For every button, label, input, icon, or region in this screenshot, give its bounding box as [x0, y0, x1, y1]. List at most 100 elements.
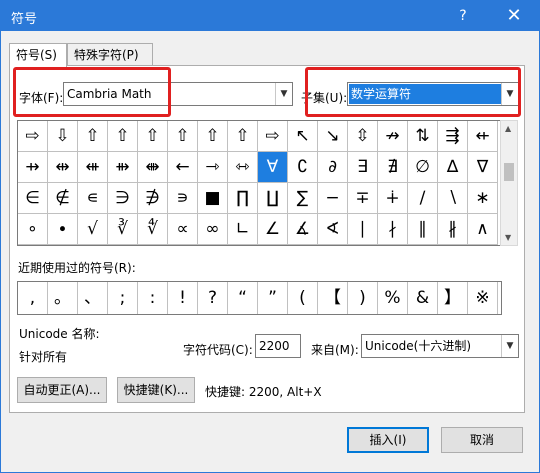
symbol-cell[interactable]: ∌ — [138, 183, 168, 214]
symbol-cell[interactable]: ∆ — [438, 152, 468, 183]
symbol-cell[interactable]: − — [318, 183, 348, 214]
recent-symbol-cell[interactable]: : — [138, 282, 168, 314]
tab-symbols[interactable]: 符号(S) — [9, 43, 67, 67]
symbol-cell[interactable]: ⇧ — [198, 121, 228, 152]
symbol-cell[interactable]: ⇹ — [48, 152, 78, 183]
symbol-cell[interactable]: ∕ — [408, 183, 438, 214]
symbol-cell[interactable]: ∛ — [108, 214, 138, 245]
symbol-cell[interactable]: ⇳ — [348, 121, 378, 152]
recent-symbol-cell[interactable]: ※ — [468, 282, 498, 314]
symbol-cell[interactable]: ⇶ — [438, 121, 468, 152]
recent-symbol-cell[interactable]: ( — [288, 282, 318, 314]
chevron-down-icon[interactable]: ▼ — [275, 83, 292, 105]
symbol-cell[interactable]: ⇻ — [108, 152, 138, 183]
symbol-cell[interactable]: ∟ — [228, 214, 258, 245]
symbol-cell[interactable]: ■ — [198, 183, 228, 214]
symbol-cell[interactable]: ∈ — [18, 183, 48, 214]
symbol-cell[interactable]: ∐ — [258, 183, 288, 214]
recent-symbol-cell[interactable]: 。 — [48, 282, 78, 314]
symbol-grid-scrollbar[interactable]: ▲ ▼ — [500, 120, 518, 246]
shortcut-key-button[interactable]: 快捷键(K)... — [117, 377, 195, 403]
recent-symbol-cell[interactable]: & — [408, 282, 438, 314]
recent-symbol-cell[interactable]: 【 — [318, 282, 348, 314]
symbol-cell[interactable]: ∦ — [438, 214, 468, 245]
recent-symbol-cell[interactable]: ? — [198, 282, 228, 314]
symbol-cell[interactable]: ∠ — [258, 214, 288, 245]
symbol-cell[interactable]: ⇧ — [108, 121, 138, 152]
symbol-cell[interactable]: ∁ — [288, 152, 318, 183]
recent-symbol-cell[interactable]: ! — [168, 282, 198, 314]
symbol-cell[interactable]: ∃ — [348, 152, 378, 183]
symbol-cell[interactable]: ∉ — [48, 183, 78, 214]
symbol-cell[interactable]: ∄ — [378, 152, 408, 183]
symbol-cell[interactable]: ∜ — [138, 214, 168, 245]
from-combobox[interactable]: Unicode(十六进制) ▼ — [361, 334, 519, 358]
symbol-grid-row: ∘ ∙ √ ∛ ∜ ∝ ∞ ∟ ∠ ∡ ∢ ∣ ∤ ∥ ∦ ∧ — [18, 214, 500, 245]
symbol-cell[interactable]: ∧ — [468, 214, 498, 245]
symbol-cell[interactable]: ↛ — [378, 121, 408, 152]
chevron-down-icon[interactable]: ▼ — [501, 335, 518, 357]
symbol-cell[interactable]: ↘ — [318, 121, 348, 152]
recent-symbol-cell[interactable]: ” — [258, 282, 288, 314]
symbol-cell[interactable]: ∂ — [318, 152, 348, 183]
recent-symbol-cell[interactable]: “ — [228, 282, 258, 314]
symbol-cell[interactable]: ∓ — [348, 183, 378, 214]
recent-symbol-cell[interactable]: ; — [108, 282, 138, 314]
symbol-cell[interactable]: ∀ — [258, 152, 288, 183]
symbol-cell[interactable]: ⇸ — [18, 152, 48, 183]
symbol-cell[interactable]: ⇨ — [18, 121, 48, 152]
symbol-dialog: 符号 ? ✕ 符号(S) 特殊字符(P) 字体(F): Cambria Math… — [0, 0, 540, 473]
cancel-button[interactable]: 取消 — [441, 427, 523, 453]
symbol-cell[interactable]: ← — [168, 152, 198, 183]
symbol-cell[interactable]: ⇧ — [138, 121, 168, 152]
symbol-cell[interactable]: ∢ — [318, 214, 348, 245]
symbol-cell[interactable]: ∇ — [468, 152, 498, 183]
symbol-cell[interactable]: ⇧ — [168, 121, 198, 152]
tab-special-characters[interactable]: 特殊字符(P) — [67, 43, 153, 66]
scroll-down-icon[interactable]: ▼ — [505, 233, 511, 242]
close-button[interactable]: ✕ — [489, 1, 539, 31]
symbol-cell[interactable]: ∘ — [18, 214, 48, 245]
symbol-cell[interactable]: ⇿ — [228, 152, 258, 183]
symbol-cell[interactable]: ∍ — [168, 183, 198, 214]
symbol-cell[interactable]: √ — [78, 214, 108, 245]
symbol-cell[interactable]: ⇼ — [138, 152, 168, 183]
recent-symbol-cell[interactable]: % — [378, 282, 408, 314]
symbol-cell[interactable]: ⇷ — [468, 121, 498, 152]
symbol-cell[interactable]: ∤ — [378, 214, 408, 245]
symbol-cell[interactable]: ∡ — [288, 214, 318, 245]
symbol-cell[interactable]: ∝ — [168, 214, 198, 245]
symbol-cell[interactable]: ∊ — [78, 183, 108, 214]
symbol-cell[interactable]: ⇾ — [198, 152, 228, 183]
symbol-cell[interactable]: ∑ — [288, 183, 318, 214]
symbol-cell[interactable]: ∣ — [348, 214, 378, 245]
insert-button[interactable]: 插入(I) — [347, 427, 429, 453]
symbol-cell[interactable]: ∥ — [408, 214, 438, 245]
symbol-cell[interactable]: ↖ — [288, 121, 318, 152]
scroll-up-icon[interactable]: ▲ — [505, 124, 511, 133]
symbol-cell[interactable]: ∖ — [438, 183, 468, 214]
symbol-cell[interactable]: ⇨ — [258, 121, 288, 152]
symbol-cell[interactable]: ⇺ — [78, 152, 108, 183]
symbol-cell[interactable]: ⇩ — [48, 121, 78, 152]
symbol-cell[interactable]: ⇧ — [228, 121, 258, 152]
char-code-input[interactable]: 2200 — [255, 334, 301, 358]
recent-symbol-cell[interactable]: 、 — [78, 282, 108, 314]
symbol-cell[interactable]: ∞ — [198, 214, 228, 245]
help-button[interactable]: ? — [445, 3, 481, 29]
recent-symbol-cell[interactable]: ) — [348, 282, 378, 314]
symbol-cell[interactable]: ⇧ — [78, 121, 108, 152]
symbol-cell[interactable]: ∙ — [48, 214, 78, 245]
symbol-cell[interactable]: ∗ — [468, 183, 498, 214]
symbol-cell[interactable]: ∔ — [378, 183, 408, 214]
from-label: 来自(M): — [311, 343, 359, 357]
recent-symbol-cell[interactable]: 】 — [438, 282, 468, 314]
recent-symbol-cell[interactable]: , — [18, 282, 48, 314]
autocorrect-button[interactable]: 自动更正(A)... — [17, 377, 107, 403]
symbol-cell[interactable]: ∅ — [408, 152, 438, 183]
shortcut-key-text: 快捷键: 2200, Alt+X — [205, 385, 322, 399]
symbol-cell[interactable]: ⇅ — [408, 121, 438, 152]
symbol-cell[interactable]: ∋ — [108, 183, 138, 214]
symbol-cell[interactable]: ∏ — [228, 183, 258, 214]
scrollbar-thumb[interactable] — [504, 163, 514, 181]
